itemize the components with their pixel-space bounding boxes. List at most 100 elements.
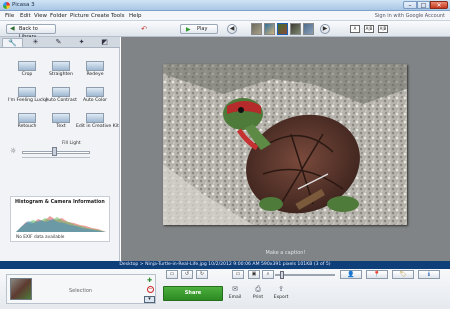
tool-creative-kit[interactable]: Edit in Creative Kit — [76, 113, 119, 135]
compare-view-button[interactable]: A|B — [364, 25, 374, 33]
tool-label: I'm Feeling Lucky — [8, 98, 48, 103]
app-title: Picasa 3 — [12, 2, 35, 8]
tool-feeling-lucky[interactable]: I'm Feeling Lucky — [8, 87, 48, 109]
menu-help[interactable]: Help — [129, 13, 142, 19]
straighten-icon — [52, 61, 70, 71]
photo-info-bar: Desktop > Ninja-Turtle-in-Real-Life.jpg … — [0, 261, 450, 269]
share-button[interactable]: Share — [163, 286, 223, 301]
crop-icon — [18, 61, 36, 71]
picasa-logo-icon — [3, 2, 10, 9]
auto-color-icon — [86, 87, 104, 97]
tags-icon[interactable]: 🏷 — [392, 270, 414, 279]
fill-light-label: Fill Light — [62, 141, 81, 146]
wrench-icon[interactable]: 🔧 — [2, 38, 23, 47]
zoom-slider[interactable] — [275, 274, 335, 276]
feeling-lucky-icon — [18, 87, 36, 97]
turtle-photo[interactable] — [163, 64, 407, 225]
back-to-library-button[interactable]: ◀ Back to Library — [6, 24, 56, 40]
action-label: Print — [252, 295, 264, 300]
export-button[interactable]: ⇪ Export — [271, 285, 291, 300]
more-effects-icon[interactable]: ◩ — [94, 38, 115, 47]
edit-panel: 🔧 ☀ ✎ ✦ ◩ Crop Straighten Redeye I'm Fee… — [0, 37, 120, 261]
menu-tools[interactable]: Tools — [111, 13, 125, 19]
redeye-icon — [86, 61, 104, 71]
play-button[interactable]: ▶ Play — [180, 24, 218, 34]
people-icon[interactable]: 👤 — [340, 270, 362, 279]
menu-edit[interactable]: Edit — [20, 13, 31, 19]
menu-file[interactable]: File — [5, 13, 14, 19]
tool-text[interactable]: Text — [42, 113, 80, 135]
histogram-graph — [16, 216, 106, 232]
exif-info: No EXIF data available — [16, 235, 65, 240]
bottom-panel: Selection ✚ − ▾ ▭ ↺ ↻ ▭ ▣ ⌕ 👤 📍 🏷 ℹ Shar… — [0, 269, 450, 309]
sign-in-link[interactable]: Sign in with Google Account — [375, 13, 445, 19]
tool-redeye[interactable]: Redeye — [76, 61, 114, 83]
close-button[interactable]: ✕ — [430, 1, 448, 9]
brush-icon[interactable]: ✎ — [48, 38, 69, 47]
auto-contrast-icon — [52, 87, 70, 97]
menu-view[interactable]: View — [34, 13, 47, 19]
back-arrow-icon: ◀ — [10, 25, 15, 32]
thumbnail-size-icon[interactable]: ▭ — [166, 270, 178, 279]
photo-viewer: Make a caption! — [121, 37, 450, 261]
histogram-title: Histogram & Camera Information — [15, 200, 105, 205]
fit-view-icon[interactable]: ▭ — [232, 270, 244, 279]
previous-photo-icon[interactable]: ◀ — [227, 24, 237, 34]
rotate-left-icon[interactable]: ↺ — [181, 270, 193, 279]
menu-picture[interactable]: Picture — [70, 13, 89, 19]
fill-light-icon: ☼ — [10, 147, 17, 155]
email-button[interactable]: ✉ Email — [225, 285, 245, 300]
single-view-button[interactable]: A — [350, 25, 360, 33]
info-icon[interactable]: ℹ — [418, 270, 440, 279]
photo-tray: Selection ✚ − ▾ — [6, 274, 156, 304]
export-icon: ⇪ — [278, 285, 284, 293]
play-icon: ▶ — [186, 26, 191, 33]
print-icon: ⎙ — [255, 285, 261, 293]
minimize-button[interactable]: – — [403, 1, 417, 9]
photo-caption[interactable]: Make a caption! — [121, 250, 450, 256]
effects-icon[interactable]: ✦ — [71, 38, 92, 47]
menu-create[interactable]: Create — [91, 13, 109, 19]
actual-size-icon[interactable]: ▣ — [248, 270, 260, 279]
action-label: Email — [228, 295, 242, 300]
filmstrip-thumbnail[interactable] — [290, 23, 301, 35]
text-icon — [52, 113, 70, 123]
print-button[interactable]: ⎙ Print — [248, 285, 268, 300]
tuning-icon[interactable]: ☀ — [25, 38, 46, 47]
tool-auto-contrast[interactable]: Auto Contrast — [42, 87, 80, 109]
tool-straighten[interactable]: Straighten — [42, 61, 80, 83]
clear-tray-icon[interactable]: − — [147, 286, 154, 293]
filmstrip-thumbnail[interactable] — [264, 23, 275, 35]
tool-auto-color[interactable]: Auto Color — [76, 87, 114, 109]
tool-label: Crop — [21, 72, 33, 77]
tool-label: Text — [56, 124, 66, 129]
tool-crop[interactable]: Crop — [8, 61, 46, 83]
split-view-button[interactable]: A|B — [378, 25, 388, 33]
zoom-slider-thumb[interactable] — [280, 271, 284, 279]
filmstrip-thumbnail[interactable] — [251, 23, 262, 35]
tool-retouch[interactable]: Retouch — [8, 113, 46, 135]
selection-label: Selection — [69, 288, 93, 294]
maximize-button[interactable]: □ — [417, 1, 430, 9]
email-icon: ✉ — [232, 285, 238, 293]
tray-thumbnail[interactable] — [10, 278, 32, 300]
filmstrip-thumbnail-selected[interactable] — [277, 23, 288, 35]
zoom-icon[interactable]: ⌕ — [262, 270, 274, 279]
places-icon[interactable]: 📍 — [366, 270, 388, 279]
rotate-right-icon[interactable]: ↻ — [196, 270, 208, 279]
viewer-toolbar: ◀ Back to Library ↶ ▶ Play ◀ ▶ A A|B A|B — [0, 21, 450, 40]
hold-icon[interactable]: ✚ — [147, 277, 152, 284]
next-photo-icon[interactable]: ▶ — [320, 24, 330, 34]
title-bar: Picasa 3 – □ ✕ — [0, 0, 450, 11]
move-to-album-icon[interactable]: ▾ — [144, 296, 155, 303]
fill-light-slider-thumb[interactable] — [52, 147, 57, 156]
tool-label: Retouch — [17, 124, 37, 129]
tool-label: Straighten — [48, 72, 74, 77]
histogram-panel: Histogram & Camera Information No EXIF d… — [10, 196, 110, 242]
undo-redo-icon[interactable]: ↶ — [137, 24, 151, 34]
filmstrip-thumbnail[interactable] — [303, 23, 314, 35]
tool-label: Redeye — [86, 72, 104, 77]
menu-folder[interactable]: Folder — [50, 13, 67, 19]
slider-ticks — [22, 157, 90, 160]
action-label: Export — [273, 295, 289, 300]
